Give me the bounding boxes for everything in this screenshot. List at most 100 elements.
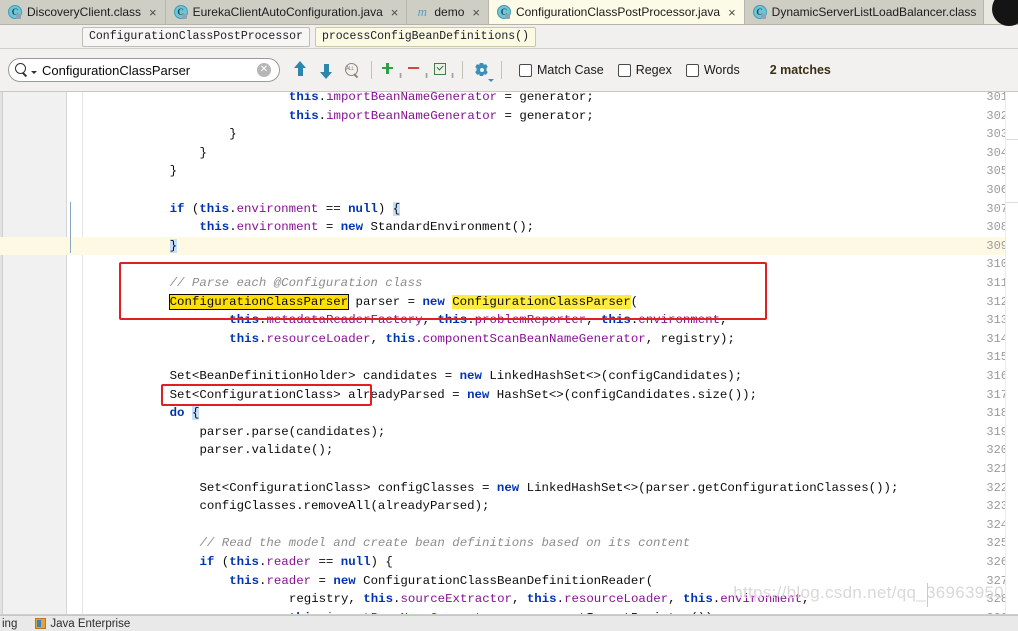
code-token: } (169, 238, 178, 253)
code-line[interactable]: do { (170, 404, 200, 423)
editor-tab-discoveryclient[interactable]: C DiscoveryClient.class × (0, 0, 166, 24)
checkbox[interactable] (617, 63, 631, 77)
code-line[interactable]: this.metadataReaderFactory, this.problem… (229, 311, 727, 330)
close-icon[interactable]: × (390, 6, 400, 19)
code-line[interactable]: } (199, 144, 206, 163)
code-line[interactable]: } (229, 125, 236, 144)
find-previous-button[interactable] (288, 58, 312, 82)
code-token: , registry); (645, 331, 735, 346)
search-query-text[interactable]: ConfigurationClassParser (42, 63, 257, 78)
breadcrumb-method[interactable]: processConfigBeanDefinitions() (314, 26, 536, 47)
code-block-guide (70, 201, 71, 254)
line-number: 310 (986, 257, 1008, 272)
option-match-case[interactable]: Match Case (519, 63, 604, 77)
code-token: . (229, 220, 237, 235)
code-token: this (229, 555, 259, 569)
line-number: 320 (986, 443, 1008, 458)
close-icon[interactable]: × (727, 6, 737, 19)
code-line[interactable]: this.environment = new StandardEnvironme… (199, 218, 534, 237)
chevron-down-icon[interactable] (31, 70, 37, 74)
editor-scroll-strip[interactable] (1005, 92, 1018, 615)
search-input[interactable]: ConfigurationClassParser ✕ (8, 58, 280, 82)
tab-label: DynamicServerListLoadBalancer.class (771, 4, 977, 19)
code-line[interactable]: if (this.environment == null) { (170, 200, 401, 219)
code-token: environment (638, 313, 721, 328)
code-token: new (340, 220, 364, 235)
line-number: 315 (986, 350, 1008, 365)
code-line[interactable]: Set<ConfigurationClass> configClasses = … (199, 479, 898, 498)
editor-tab-demo[interactable]: m demo × (407, 0, 489, 24)
code-token: . (467, 313, 475, 328)
clear-search-icon[interactable]: ✕ (257, 63, 271, 77)
editor-tab-eurekaclientautoconfiguration[interactable]: C EurekaClientAutoConfiguration.java × (165, 0, 408, 24)
code-line[interactable]: this.importBeanNameGenerator = generator… (289, 92, 594, 107)
code-folding-column[interactable] (67, 92, 83, 615)
watermark-text: https://blog.csdn.net/qq_36963950 (733, 583, 1004, 602)
code-token: . (415, 331, 423, 346)
find-settings-button[interactable] (470, 58, 494, 82)
status-java-enterprise[interactable]: Java Enterprise (35, 618, 130, 630)
code-line[interactable]: Set<ConfigurationClass> alreadyParsed = … (170, 386, 757, 405)
watermark-caret (927, 583, 928, 607)
gear-icon (474, 62, 490, 78)
search-all-icon: ALL (344, 62, 360, 78)
code-content[interactable]: this. importBeanNameGenerator = generator… (84, 92, 1018, 615)
code-token: ) (377, 201, 393, 216)
code-line[interactable]: registry, this.sourceExtractor, this.res… (289, 590, 810, 609)
code-token: . (556, 592, 565, 607)
editor-tab-configurationclasspostprocessor[interactable]: C ConfigurationClassPostProcessor.java × (488, 0, 745, 24)
code-token: this (229, 573, 260, 588)
status-left-text: ing (2, 617, 18, 630)
code-line[interactable]: this.importBeanNameGenerator = generator… (289, 107, 594, 126)
code-token: configClasses.removeAll(alreadyParsed); (199, 499, 490, 514)
code-line[interactable]: // Parse each @Configuration class (170, 274, 423, 293)
code-line[interactable]: this.reader = new ConfigurationClassBean… (229, 572, 653, 591)
plus-icon: II (382, 62, 402, 80)
code-editor[interactable]: this. importBeanNameGenerator = generator… (0, 92, 1018, 615)
line-number: 325 (986, 536, 1008, 551)
code-token: null (348, 201, 378, 216)
checkbox[interactable] (519, 63, 532, 77)
editor-tab-dynamicserverlistloadbalancer[interactable]: C DynamicServerListLoadBalancer.class (744, 0, 985, 24)
code-token: } (169, 164, 178, 179)
code-line[interactable]: this.resourceLoader, this.componentScanB… (229, 330, 735, 349)
code-line[interactable]: Set<BeanDefinitionHolder> candidates = n… (170, 367, 743, 386)
code-token: ( (630, 294, 639, 309)
code-line[interactable]: if (this.reader == null) { (199, 553, 392, 572)
line-number: 316 (986, 369, 1008, 383)
editor-tab-bar: C DiscoveryClient.class × C EurekaClient… (0, 0, 1018, 25)
code-line[interactable]: // Read the model and create bean defini… (199, 534, 690, 553)
code-token: , (370, 331, 386, 346)
select-all-occurrences-button[interactable]: II (431, 58, 455, 82)
search-icon (15, 63, 29, 77)
remove-occurrence-button[interactable]: II (405, 58, 429, 82)
code-token: , (512, 592, 527, 607)
code-line[interactable]: configClasses.removeAll(alreadyParsed); (199, 497, 489, 516)
close-icon[interactable]: × (471, 6, 481, 19)
find-next-button[interactable] (314, 58, 338, 82)
line-number: 314 (986, 331, 1008, 346)
option-label: Match Case (537, 63, 604, 77)
find-all-button[interactable]: ALL (340, 58, 364, 82)
option-regex[interactable]: Regex (617, 63, 672, 77)
close-icon[interactable]: × (148, 6, 158, 19)
code-line[interactable]: } (169, 237, 178, 256)
code-line[interactable]: } (170, 162, 177, 181)
line-number-gutter[interactable] (0, 92, 67, 615)
code-line[interactable]: ConfigurationClassParser parser = new Co… (168, 293, 639, 312)
code-line[interactable]: parser.parse(candidates); (199, 423, 385, 442)
code-token: Set<ConfigurationClass> alreadyParsed = (169, 387, 468, 402)
breadcrumb-class[interactable]: ConfigurationClassPostProcessor (82, 26, 310, 47)
code-line[interactable]: parser.validate(); (199, 441, 333, 460)
tab-label: EurekaClientAutoConfiguration.java (192, 4, 383, 19)
checkbox[interactable] (685, 63, 699, 77)
code-token: this (199, 220, 230, 235)
add-occurrence-button[interactable]: II (379, 58, 403, 82)
code-token: . (229, 201, 237, 216)
option-words[interactable]: Words (685, 63, 740, 77)
code-token: = generator; (497, 92, 594, 104)
code-token: this (601, 313, 631, 328)
code-token: this (526, 592, 557, 607)
code-token: importBeanNameGenerator (326, 108, 498, 123)
minus-icon: II (408, 62, 428, 80)
